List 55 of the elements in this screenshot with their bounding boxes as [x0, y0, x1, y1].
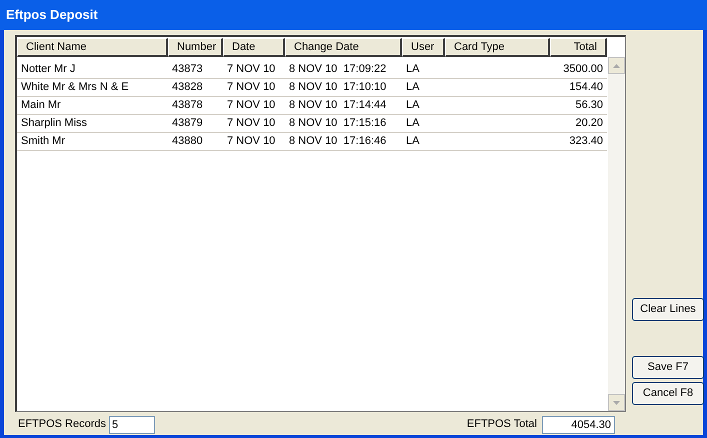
column-header[interactable]: Number: [168, 38, 223, 57]
table-row[interactable]: Smith Mr 43880 7 NOV 10 8 NOV 10 17:16:46 LA 323.40: [17, 133, 607, 151]
action-button[interactable]: Save F7: [632, 356, 704, 379]
table-cell: 8 NOV 10 17:14:44: [289, 99, 386, 112]
table-cell: Main Mr: [21, 99, 61, 112]
column-header[interactable]: Change Date: [285, 38, 402, 57]
table-cell: 7 NOV 10: [227, 117, 276, 130]
scroll-up-button[interactable]: [608, 57, 625, 74]
down-arrow-icon: [613, 400, 620, 404]
column-header[interactable]: User: [402, 38, 445, 57]
table-cell: 43828: [172, 81, 203, 94]
table-cell: 3500.00: [563, 63, 603, 76]
table-row[interactable]: Notter Mr J 43873 7 NOV 10 8 NOV 10 17:09:22 LA 3500.00: [17, 61, 607, 79]
action-button[interactable]: Cancel F8: [632, 382, 704, 405]
total-label: EFTPOS Total: [466, 417, 537, 432]
table-cell: LA: [406, 63, 420, 76]
table-cell: LA: [406, 135, 420, 148]
window-title: Eftpos Deposit: [6, 6, 98, 24]
table-cell: Smith Mr: [21, 135, 65, 148]
table-cell: 7 NOV 10: [227, 135, 276, 148]
table-cell: 43878: [172, 99, 203, 112]
table-cell: Sharplin Miss: [21, 117, 88, 130]
table-cell: 43873: [172, 63, 203, 76]
table-row[interactable]: Sharplin Miss 43879 7 NOV 10 8 NOV 10 17:15:16 LA 20.20: [17, 115, 607, 133]
table-cell: 56.30: [575, 99, 603, 112]
table-cell: 8 NOV 10 17:15:16: [289, 117, 386, 130]
total-field[interactable]: 4054.30: [542, 416, 615, 434]
table-cell: Notter Mr J: [21, 63, 76, 76]
scroll-down-button[interactable]: [608, 394, 625, 411]
column-header[interactable]: Date: [223, 38, 285, 57]
table-cell: 43880: [172, 135, 203, 148]
records-field[interactable]: 5: [109, 416, 156, 434]
table-cell: LA: [406, 81, 420, 94]
table-cell: 20.20: [575, 117, 603, 130]
table-row[interactable]: White Mr & Mrs N & E 43828 7 NOV 10 8 NOV 10 17:10:10 LA 154.40: [17, 79, 607, 97]
table-row[interactable]: Main Mr 43878 7 NOV 10 8 NOV 10 17:14:44 LA 56.30: [17, 97, 607, 115]
table-cell: LA: [406, 99, 420, 112]
table-cell: 7 NOV 10: [227, 63, 276, 76]
table-cell: 7 NOV 10: [227, 81, 276, 94]
table-cell: 323.40: [569, 135, 603, 148]
records-label: EFTPOS Records: [18, 417, 106, 432]
up-arrow-icon: [613, 64, 620, 68]
table-cell: White Mr & Mrs N & E: [21, 81, 129, 94]
table-cell: 8 NOV 10 17:09:22: [289, 63, 386, 76]
action-button[interactable]: Clear Lines: [632, 298, 704, 321]
column-header[interactable]: Client Name: [17, 38, 168, 57]
table-cell: 8 NOV 10 17:10:10: [289, 81, 386, 94]
table-cell: LA: [406, 117, 420, 130]
table-cell: 8 NOV 10 17:16:46: [289, 135, 386, 148]
table-cell: 7 NOV 10: [227, 99, 276, 112]
scrollbar[interactable]: [608, 57, 625, 411]
column-header[interactable]: Card Type: [445, 38, 550, 57]
column-header[interactable]: Total: [550, 38, 607, 57]
table-cell: 43879: [172, 117, 203, 130]
table-cell: 154.40: [569, 81, 603, 94]
